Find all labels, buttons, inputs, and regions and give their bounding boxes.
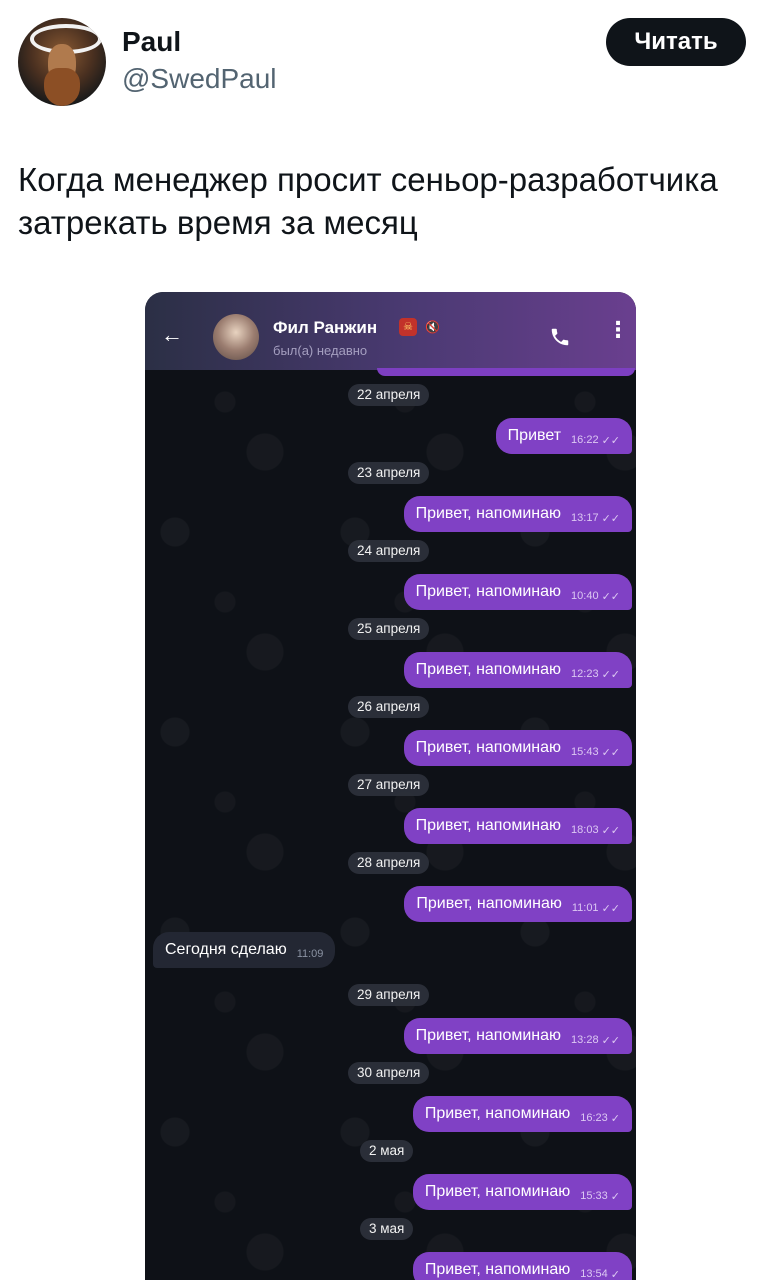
message-text: Привет bbox=[507, 427, 562, 444]
message-time: 13:17 bbox=[571, 512, 599, 524]
previous-message-edge bbox=[377, 368, 635, 376]
message-time: 18:03 bbox=[571, 824, 599, 836]
message-text: Привет, напоминаю bbox=[415, 661, 562, 678]
muted-icon: 🔇 bbox=[425, 320, 440, 334]
double-check-icon: ✓✓ bbox=[601, 824, 620, 837]
single-check-icon: ✓ bbox=[610, 1112, 620, 1125]
message-text: Привет, напоминаю bbox=[415, 739, 562, 756]
date-separator: 30 апреля bbox=[348, 1062, 430, 1084]
message-time: 15:43 bbox=[571, 746, 599, 758]
double-check-icon: ✓✓ bbox=[601, 902, 620, 915]
outgoing-message[interactable]: Привет, напоминаю 16:23 ✓ bbox=[412, 1096, 632, 1132]
emoji-status-icon: ☠ bbox=[399, 318, 417, 336]
message-text: Привет, напоминаю bbox=[424, 1183, 571, 1200]
chat-screenshot[interactable]: ← Фил Ранжин ☠ 🔇 был(а) недавно ⋮ 22 апр… bbox=[145, 292, 636, 1280]
outgoing-message[interactable]: Привет, напоминаю 13:28 ✓✓ bbox=[403, 1018, 632, 1054]
message-time: 10:40 bbox=[571, 590, 599, 602]
date-separator: 29 апреля bbox=[348, 984, 430, 1006]
date-separator: 23 апреля bbox=[348, 462, 430, 484]
double-check-icon: ✓✓ bbox=[601, 590, 620, 603]
date-separator: 24 апреля bbox=[348, 540, 430, 562]
double-check-icon: ✓✓ bbox=[601, 668, 620, 681]
message-time: 16:23 bbox=[580, 1112, 608, 1124]
phone-icon[interactable] bbox=[549, 326, 571, 348]
date-separator: 27 апреля bbox=[348, 774, 430, 796]
message-text: Привет, напоминаю bbox=[415, 505, 562, 522]
outgoing-message[interactable]: Привет, напоминаю 11:01 ✓✓ bbox=[404, 886, 632, 922]
single-check-icon: ✓ bbox=[610, 1190, 620, 1203]
message-text: Привет, напоминаю bbox=[424, 1261, 571, 1278]
outgoing-message[interactable]: Привет, напоминаю 12:23 ✓✓ bbox=[403, 652, 632, 688]
contact-name[interactable]: Фил Ранжин bbox=[273, 318, 377, 338]
outgoing-message[interactable]: Привет, напоминаю 18:03 ✓✓ bbox=[403, 808, 632, 844]
date-separator: 26 апреля bbox=[348, 696, 430, 718]
double-check-icon: ✓✓ bbox=[601, 746, 620, 759]
outgoing-message[interactable]: Привет, напоминаю 10:40 ✓✓ bbox=[403, 574, 632, 610]
message-text: Сегодня сделаю bbox=[165, 941, 287, 958]
double-check-icon: ✓✓ bbox=[601, 1034, 620, 1047]
message-time: 11:01 bbox=[571, 902, 599, 914]
message-time: 13:28 bbox=[571, 1034, 599, 1046]
arrow-left-icon[interactable]: ← bbox=[161, 322, 183, 348]
message-text: Привет, напоминаю bbox=[416, 895, 562, 912]
message-text: Привет, напоминаю bbox=[415, 817, 562, 834]
double-check-icon: ✓✓ bbox=[601, 512, 620, 525]
single-check-icon: ✓ bbox=[610, 1268, 620, 1280]
message-text: Привет, напоминаю bbox=[424, 1105, 571, 1122]
date-separator: 25 апреля bbox=[348, 618, 430, 640]
follow-button[interactable]: Читать bbox=[606, 18, 746, 66]
message-time: 13:54 bbox=[580, 1268, 608, 1280]
tweet-text: Когда менеджер просит сеньор-разработчик… bbox=[18, 161, 718, 241]
date-separator: 22 апреля bbox=[348, 384, 430, 406]
date-separator: 3 мая bbox=[360, 1218, 414, 1240]
date-separator: 28 апреля bbox=[348, 852, 430, 874]
contact-status: был(а) недавно bbox=[273, 343, 368, 358]
outgoing-message[interactable]: Привет, напоминаю 15:33 ✓ bbox=[412, 1174, 632, 1210]
outgoing-message[interactable]: Привет 16:22 ✓✓ bbox=[495, 418, 632, 454]
message-time: 12:23 bbox=[571, 668, 599, 680]
author-avatar[interactable] bbox=[18, 18, 106, 106]
message-time: 11:09 bbox=[296, 948, 324, 960]
outgoing-message[interactable]: Привет, напоминаю 15:43 ✓✓ bbox=[403, 730, 632, 766]
message-time: 15:33 bbox=[580, 1190, 608, 1202]
author-handle[interactable]: @SwedPaul bbox=[122, 63, 277, 95]
outgoing-message[interactable]: Привет, напоминаю 13:54 ✓ bbox=[412, 1252, 632, 1280]
double-check-icon: ✓✓ bbox=[601, 434, 620, 447]
outgoing-message[interactable]: Привет, напоминаю 13:17 ✓✓ bbox=[403, 496, 632, 532]
chat-header: ← Фил Ранжин ☠ 🔇 был(а) недавно ⋮ bbox=[145, 292, 636, 370]
date-separator: 2 мая bbox=[360, 1140, 414, 1162]
contact-avatar[interactable] bbox=[213, 314, 259, 360]
author-name[interactable]: Paul bbox=[122, 26, 181, 58]
message-text: Привет, напоминаю bbox=[415, 583, 562, 600]
message-text: Привет, напоминаю bbox=[415, 1027, 562, 1044]
message-time: 16:22 bbox=[571, 434, 599, 446]
incoming-message[interactable]: Сегодня сделаю 11:09 bbox=[153, 932, 336, 968]
avatar-beard bbox=[44, 68, 80, 106]
more-vertical-icon[interactable]: ⋮ bbox=[607, 319, 629, 341]
